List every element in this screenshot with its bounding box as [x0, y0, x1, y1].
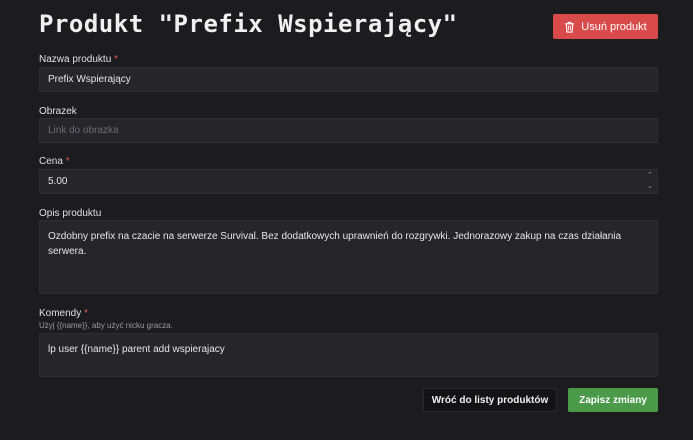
save-changes-button[interactable]: Zapisz zmiany — [568, 388, 658, 412]
chevron-down-icon[interactable]: ⌄ — [647, 182, 653, 191]
description-field[interactable] — [39, 220, 658, 294]
delete-product-button[interactable]: Usuń produkt — [553, 14, 658, 39]
description-label: Opis produktu — [39, 208, 102, 219]
name-label: Nazwa produktu * — [39, 54, 118, 65]
product-edit-page: Produkt "Prefix Wspierający" Usuń produk… — [0, 0, 693, 440]
page-title: Produkt "Prefix Wspierający" — [39, 10, 458, 38]
price-field[interactable] — [39, 169, 658, 194]
required-mark: * — [114, 54, 118, 65]
back-to-products-button[interactable]: Wróć do listy produktów — [423, 388, 557, 412]
commands-field[interactable] — [39, 333, 658, 377]
commands-label: Komendy * — [39, 308, 88, 319]
price-label: Cena * — [39, 156, 70, 167]
price-stepper[interactable]: ⌃ ⌄ — [644, 171, 656, 191]
delete-product-label: Usuń produkt — [581, 20, 647, 33]
trash-icon — [565, 21, 575, 33]
name-field[interactable] — [39, 67, 658, 92]
image-url-field[interactable] — [39, 118, 658, 143]
image-label: Obrazek — [39, 106, 77, 117]
required-mark: * — [84, 308, 88, 319]
required-mark: * — [65, 156, 70, 167]
chevron-up-icon[interactable]: ⌃ — [647, 171, 653, 180]
commands-hint: Użyj {{name}}, aby użyć nicku gracza. — [39, 321, 173, 330]
